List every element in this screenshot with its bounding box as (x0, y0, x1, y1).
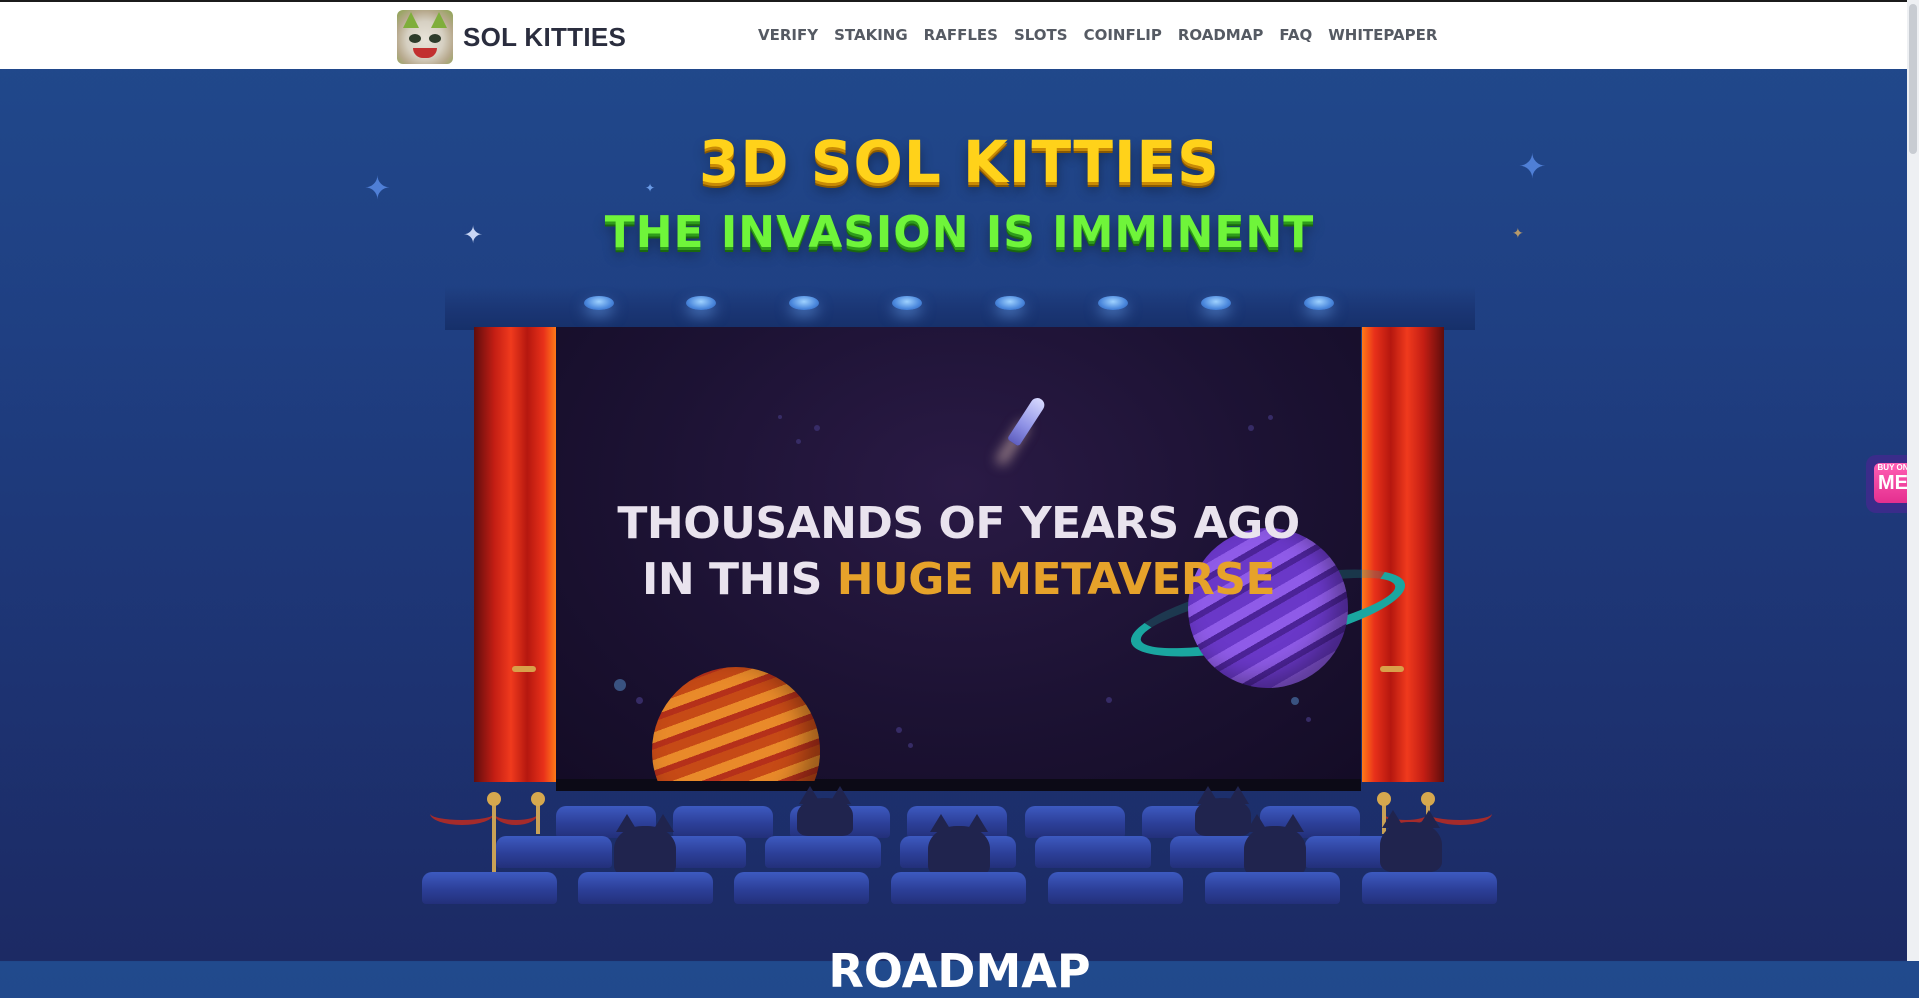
main-nav: VERIFY STAKING RAFFLES SLOTS COINFLIP RO… (750, 26, 1445, 44)
nav-item-staking[interactable]: STAKING (826, 26, 916, 44)
cat-silhouette-icon (797, 786, 853, 836)
stanchion-post (531, 792, 545, 834)
spotlight-icon (892, 296, 922, 310)
theater-seat (1025, 806, 1125, 838)
story-line-1: THOUSANDS OF YEARS AGO (617, 498, 1300, 549)
nav-item-faq[interactable]: FAQ (1271, 26, 1320, 44)
spotlight-icon (789, 296, 819, 310)
spotlight-icon (686, 296, 716, 310)
logo-kitty-icon[interactable] (397, 10, 453, 64)
curtain-tieback (512, 666, 536, 672)
nav-item-roadmap[interactable]: ROADMAP (1170, 26, 1272, 44)
stanchion-post (487, 792, 501, 878)
theater-seat (734, 872, 869, 904)
nav-item-whitepaper[interactable]: WHITEPAPER (1320, 26, 1445, 44)
velvet-rope (494, 802, 538, 825)
scrollbar-thumb[interactable] (1909, 4, 1917, 154)
cat-silhouette-icon (1380, 810, 1442, 872)
buy-on-label: BUY ON (1877, 463, 1909, 472)
theater-seat (765, 836, 881, 868)
right-curtain (1362, 327, 1444, 782)
theater-seat (578, 872, 713, 904)
story-line-2: IN THIS HUGE METAVERSE (556, 552, 1361, 608)
nav-item-coinflip[interactable]: COINFLIP (1076, 26, 1170, 44)
theater-seat (422, 872, 557, 904)
theater-seat (1048, 872, 1183, 904)
theater-seat (1362, 872, 1497, 904)
cat-silhouette-icon (614, 814, 676, 876)
theater-seat (1205, 872, 1340, 904)
site-title[interactable]: SOL KITTIES (463, 22, 626, 53)
story-line-2-prefix: IN THIS (641, 554, 837, 605)
spotlight-icon (1201, 296, 1231, 310)
cat-silhouette-icon (1195, 786, 1251, 836)
hero-subtitle: THE INVASION IS IMMINENT (604, 207, 1315, 258)
vertical-scrollbar[interactable] (1907, 0, 1919, 961)
spotlight-icon (995, 296, 1025, 310)
section-title-roadmap: ROADMAP (828, 944, 1091, 998)
theater-seat (496, 836, 612, 868)
cat-silhouette-icon (1244, 814, 1306, 876)
curtain-tieback (1380, 666, 1404, 672)
story-line-2-highlight: HUGE METAVERSE (836, 554, 1276, 605)
hero-title: 3D SOL KITTIES (699, 128, 1220, 196)
screen-story-text: THOUSANDS OF YEARS AGO IN THIS HUGE META… (556, 496, 1361, 608)
nav-item-raffles[interactable]: RAFFLES (916, 26, 1006, 44)
spotlight-icon (584, 296, 614, 310)
theater-seat (891, 872, 1026, 904)
cat-silhouette-icon (928, 814, 990, 876)
left-curtain (474, 327, 556, 782)
spotlight-icon (1304, 296, 1334, 310)
theater-seat (673, 806, 773, 838)
top-navigation-bar: SOL KITTIES VERIFY STAKING RAFFLES SLOTS… (0, 0, 1919, 69)
nav-item-verify[interactable]: VERIFY (750, 26, 826, 44)
velvet-rope (430, 802, 494, 825)
theater-seat (1035, 836, 1151, 868)
spotlight-icon (1098, 296, 1128, 310)
nav-item-slots[interactable]: SLOTS (1006, 26, 1076, 44)
